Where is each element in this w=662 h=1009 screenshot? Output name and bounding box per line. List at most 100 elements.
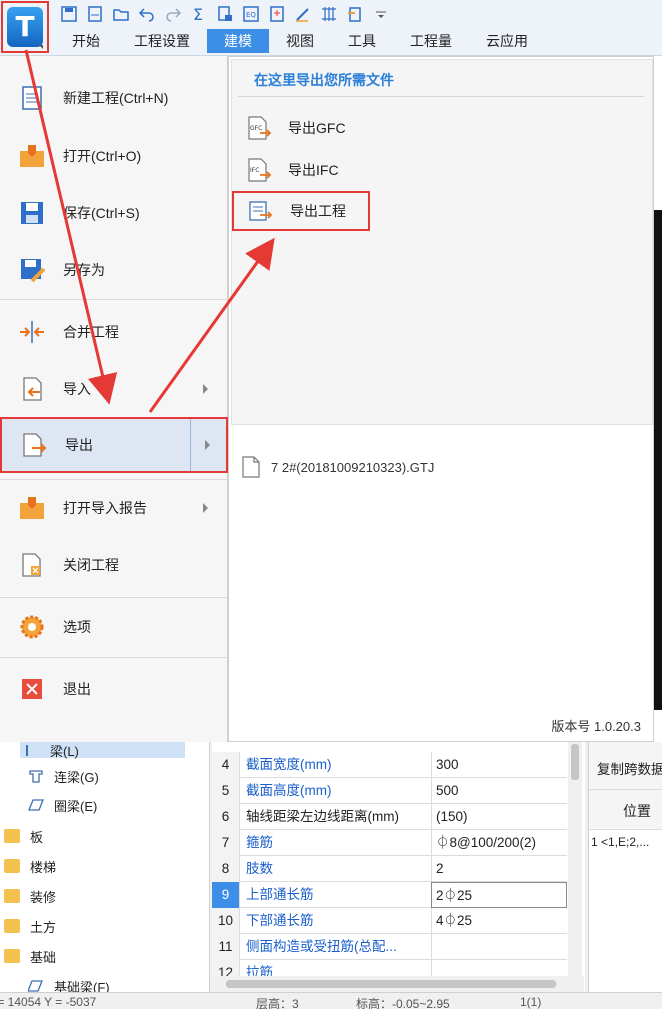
property-value[interactable]: ⏀8@100/200(2) [431, 830, 567, 856]
export-gfc-item[interactable]: GFC 导出GFC [240, 108, 440, 148]
row-number: 6 [212, 804, 240, 830]
save-icon[interactable] [60, 5, 78, 23]
copy-span-data-button[interactable]: 复制跨数据 [589, 742, 662, 790]
property-value[interactable]: 4⏀25 [431, 908, 567, 934]
export-project-item[interactable]: 导出工程 [232, 191, 370, 231]
menu-item-export[interactable]: 导出 [0, 417, 228, 473]
menu-item-save[interactable]: 保存(Ctrl+S) [0, 185, 228, 241]
property-value[interactable]: 2⏀25 [431, 882, 567, 908]
menu-item-options[interactable]: 选项 [0, 599, 228, 655]
menu-item-new-project[interactable]: 新建工程(Ctrl+N) [0, 70, 228, 126]
menu-item-exit[interactable]: 退出 [0, 661, 228, 717]
tab-start[interactable]: 开始 [55, 29, 117, 53]
scroll-thumb[interactable] [571, 744, 579, 780]
row-number: 8 [212, 856, 240, 882]
menu-item-import[interactable]: 导入 [0, 361, 228, 417]
tab-quantity[interactable]: 工程量 [393, 29, 469, 53]
property-value[interactable]: (150) [431, 804, 567, 830]
app-menu: 新建工程(Ctrl+N) 打开(Ctrl+O) 保存(Ctrl+S) 另存为 合… [0, 56, 228, 742]
exit-icon [22, 679, 42, 699]
table-row-selected[interactable]: 9 上部通长筋 2⏀25 [212, 882, 567, 908]
report-folder-icon [20, 497, 44, 519]
export-icon[interactable] [346, 5, 364, 23]
tree-item-ring-beam[interactable]: 圈梁(E) [28, 790, 97, 820]
sum-icon[interactable]: Σ [190, 5, 208, 23]
component-tree: 梁(L) 连梁(G) 圈梁(E) 板 楼梯 装修 土方 基础 基础梁(F) [0, 742, 210, 995]
tree-item-foundation[interactable]: 基础 [4, 941, 56, 971]
property-value[interactable]: 2 [431, 856, 567, 882]
submenu-arrow-icon [203, 384, 208, 394]
table-row[interactable]: 11 侧面构造或受扭筋(总配... [212, 934, 567, 960]
property-name: 上部通长筋 [246, 887, 314, 902]
open-folder-icon [20, 145, 44, 167]
import-icon [23, 377, 42, 401]
export-icon [23, 433, 47, 457]
report-icon[interactable] [216, 5, 234, 23]
open-icon[interactable] [112, 5, 130, 23]
menu-item-open[interactable]: 打开(Ctrl+O) [0, 128, 228, 184]
property-name: 肢数 [246, 861, 273, 876]
undo-icon[interactable] [138, 5, 156, 23]
property-value[interactable]: 500 [431, 778, 567, 804]
tree-item-coupling-beam[interactable]: 连梁(G) [28, 761, 99, 791]
menu-item-close-project[interactable]: 关闭工程 [0, 537, 228, 593]
grid-icon[interactable] [320, 5, 338, 23]
menu-divider [0, 597, 228, 598]
status-bar: X = 14054 Y = -5037 层高：3 标高：-0.05~2.95 1… [0, 992, 662, 1009]
pen-icon[interactable] [294, 5, 312, 23]
property-name: 轴线距梁左边线距离(mm) [246, 809, 399, 824]
tree-item-label: 装修 [30, 889, 57, 905]
eq-icon[interactable]: EQ [242, 5, 260, 23]
tree-item-label: 梁(L) [50, 743, 79, 759]
menu-divider [0, 657, 228, 658]
table-row[interactable]: 10 下部通长筋 4⏀25 [212, 908, 567, 934]
scroll-thumb[interactable] [226, 980, 556, 988]
export-project-icon [249, 201, 273, 221]
tree-item-label: 楼梯 [30, 859, 57, 875]
span-cell[interactable]: 1 <1,E;2,... [589, 830, 662, 856]
tab-modeling[interactable]: 建模 [207, 29, 269, 53]
menu-item-open-import-report[interactable]: 打开导入报告 [0, 480, 228, 536]
property-value[interactable]: 300 [431, 752, 567, 778]
horizontal-scrollbar[interactable] [212, 976, 584, 992]
export-ifc-item[interactable]: IFC 导出IFC [240, 150, 440, 190]
submenu-item-label: 导出IFC [288, 162, 339, 178]
tab-project-settings[interactable]: 工程设置 [117, 29, 207, 53]
table-row[interactable]: 6 轴线距梁左边线距离(mm) (150) [212, 804, 567, 830]
tree-item-stairs[interactable]: 楼梯 [4, 851, 56, 881]
app-menu-button[interactable]: T [1, 1, 49, 53]
svg-text:Σ: Σ [193, 5, 203, 23]
tree-item-earthwork[interactable]: 土方 [4, 911, 56, 941]
table-row[interactable]: 8 肢数 2 [212, 856, 567, 882]
property-grid: 4 截面宽度(mm) 300 5 截面高度(mm) 500 6 轴线距梁左边线距… [212, 742, 585, 992]
tab-view[interactable]: 视图 [269, 29, 331, 53]
submenu-arrow-icon[interactable] [205, 440, 210, 450]
recent-file[interactable]: 7 2#(20181009210323).GTJ [241, 455, 434, 479]
title-bar: T Σ EQ 开始 工程设置 建模 视图 工具 工程量 云应用 [0, 0, 662, 56]
folder-open-icon [4, 949, 20, 963]
table-row[interactable]: 5 截面高度(mm) 500 [212, 778, 567, 804]
tree-item-label: 土方 [30, 919, 57, 935]
tree-item-slab[interactable]: 板 [4, 821, 43, 851]
property-name: 截面高度(mm) [246, 783, 332, 798]
submenu-title: 在这里导出您所需文件 [254, 72, 394, 88]
new-icon[interactable] [86, 5, 104, 23]
menu-item-merge-project[interactable]: 合并工程 [0, 304, 228, 360]
quick-access-toolbar: Σ EQ [60, 2, 390, 26]
menu-item-save-as[interactable]: 另存为 [0, 242, 228, 298]
property-value[interactable] [431, 934, 567, 960]
calc-icon[interactable] [268, 5, 286, 23]
tab-tools[interactable]: 工具 [331, 29, 393, 53]
table-row[interactable]: 4 截面宽度(mm) 300 [212, 752, 567, 778]
tab-cloud[interactable]: 云应用 [469, 29, 545, 53]
tree-item-decoration[interactable]: 装修 [4, 881, 56, 911]
split-divider [190, 419, 191, 471]
caret-icon [39, 45, 43, 49]
redo-icon[interactable] [164, 5, 182, 23]
vertical-scrollbar[interactable] [568, 742, 582, 980]
folder-icon [4, 919, 20, 933]
table-row[interactable]: 7 箍筋 ⏀8@100/200(2) [212, 830, 567, 856]
span-data-panel: 复制跨数据 位置 1 <1,E;2,... [588, 742, 662, 992]
menu-item-label: 导入 [63, 381, 91, 397]
more-icon[interactable] [372, 5, 390, 23]
